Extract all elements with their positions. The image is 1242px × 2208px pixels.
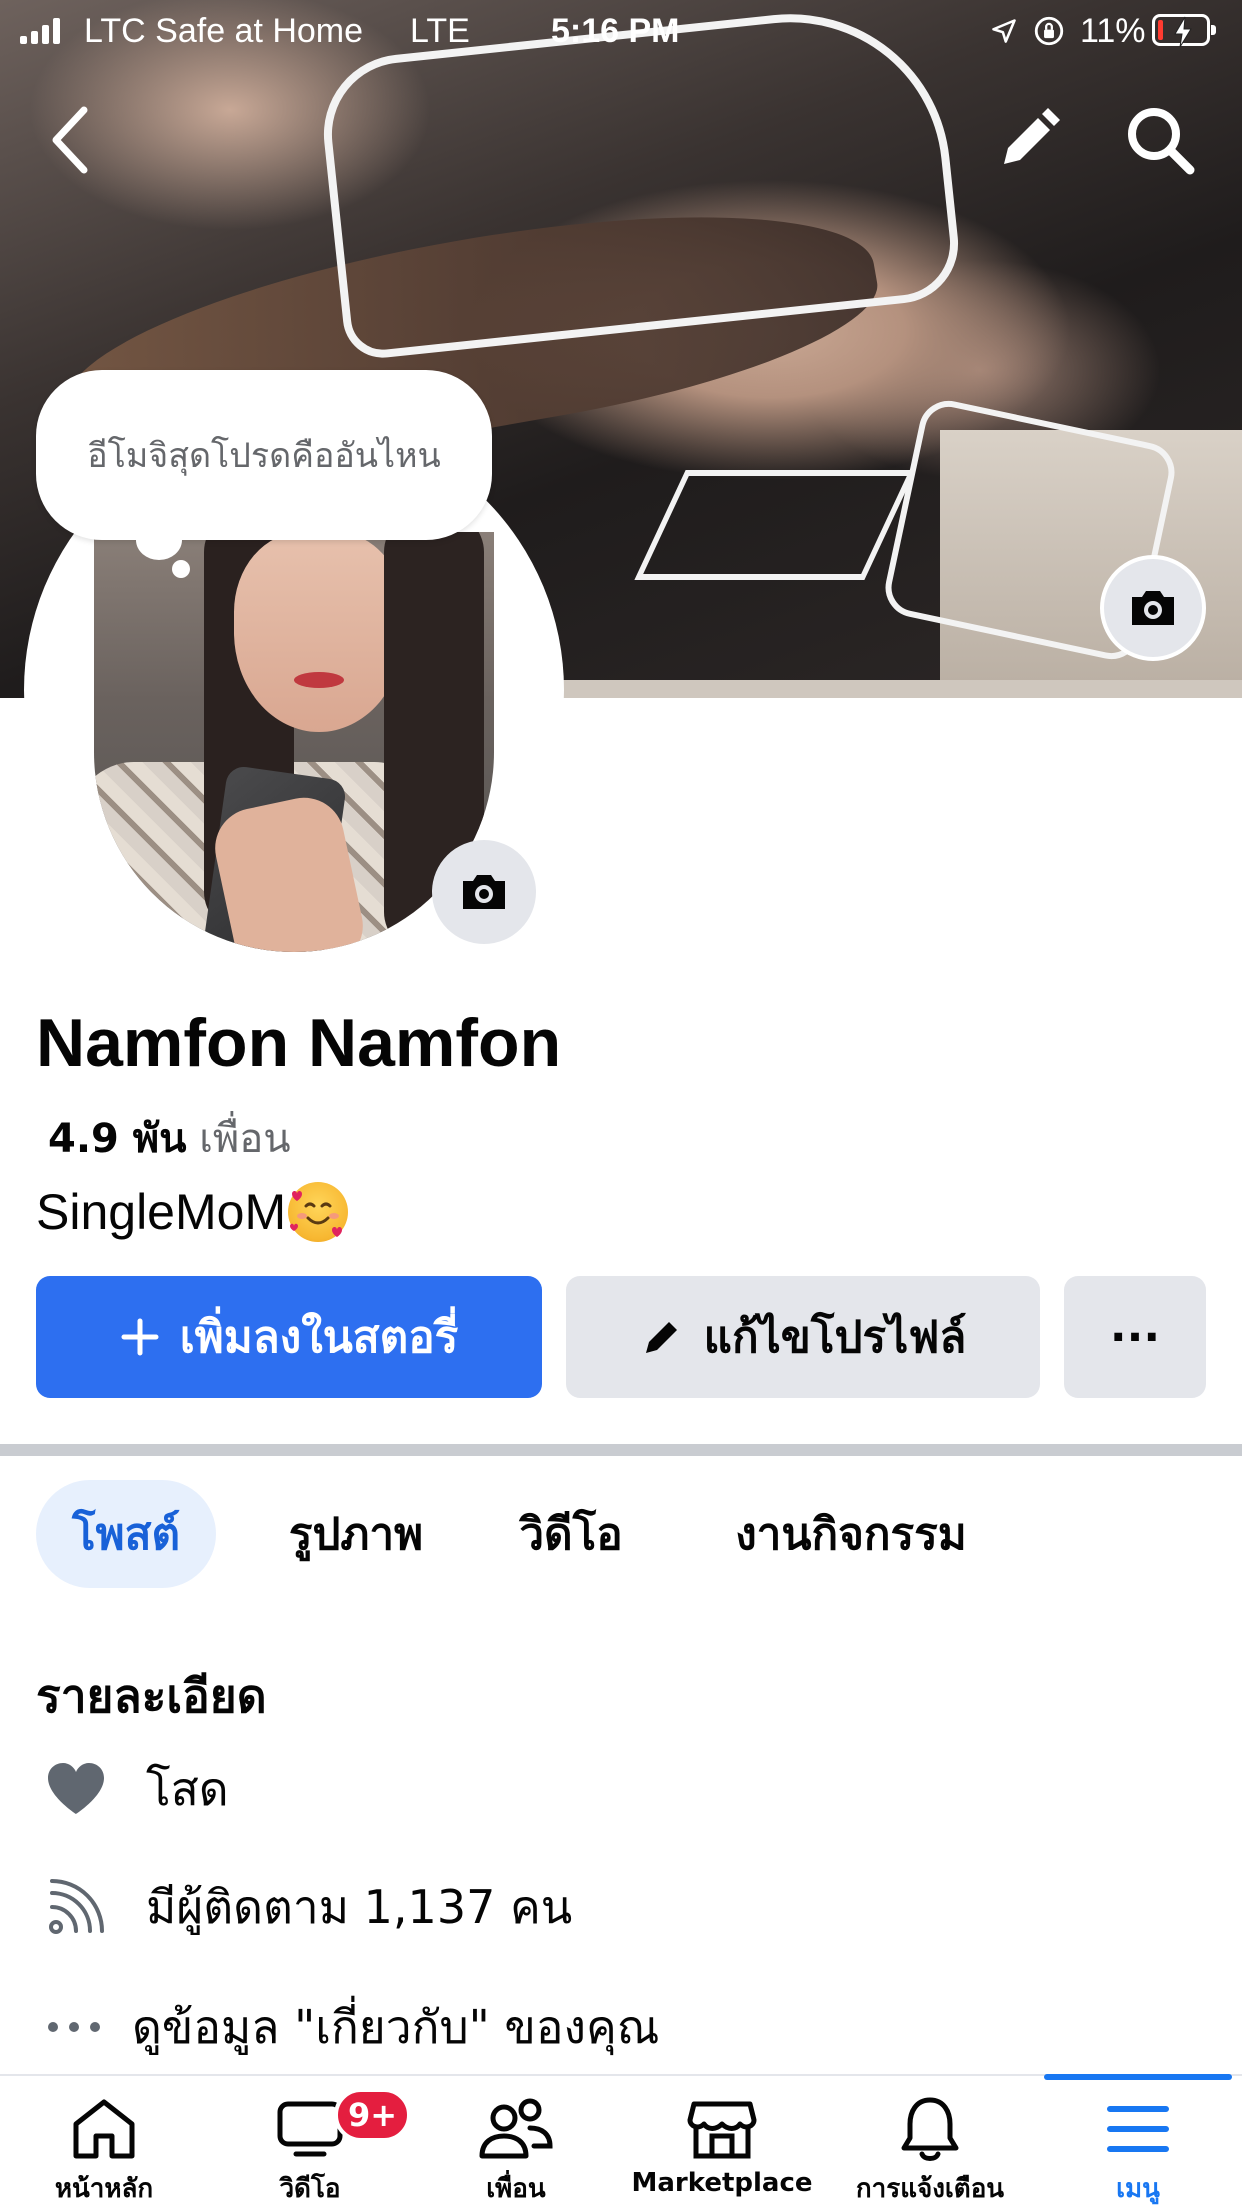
rss-icon [36, 1877, 146, 1937]
add-to-story-label: เพิ่มลงในสตอรี่ [179, 1312, 459, 1363]
profile-bio: SingleMoM [36, 1182, 349, 1242]
video-notification-badge: 9+ [334, 2088, 412, 2142]
more-dots-icon [36, 2020, 132, 2034]
tab-posts[interactable]: โพสต์ [36, 1480, 216, 1588]
friends-label: เพื่อน [199, 1116, 291, 1162]
nav-home-label: หน้าหลัก [54, 2174, 154, 2204]
nav-menu-label: เมนู [1116, 2174, 1160, 2204]
followers-text: มีผู้ติดตาม 1,137 คน [146, 1879, 573, 1934]
location-arrow-icon [992, 19, 1016, 43]
cover-doodle-outline [634, 470, 916, 580]
note-text: อีโมจิสุดโปรดคืออันไหน [87, 436, 441, 476]
nav-menu[interactable]: เมนู [1044, 2076, 1232, 2208]
detail-relationship: โสด [36, 1744, 1206, 1834]
bottom-navigation: หน้าหลัก 9+ วิดีโอ เพื่อน Marketplace กา… [0, 2074, 1242, 2208]
edit-profile-label: แก้ไขโปรไฟล์ [703, 1312, 967, 1363]
note-bubble-tail [136, 520, 182, 560]
nav-marketplace-label: Marketplace [631, 2168, 813, 2198]
menu-icon [1107, 2106, 1169, 2152]
profile-actions: เพิ่มลงในสตอรี่ แก้ไขโปรไฟล์ ··· [36, 1276, 1206, 1398]
plus-icon [120, 1317, 160, 1357]
details-heading: รายละเอียด [36, 1669, 267, 1723]
relationship-status: โสด [146, 1761, 229, 1816]
battery-percent: 11% [1080, 12, 1146, 50]
nav-friends[interactable]: เพื่อน [436, 2076, 596, 2208]
more-dots-icon: ··· [1109, 1311, 1161, 1363]
nav-video[interactable]: 9+ วิดีโอ [230, 2076, 412, 2208]
nav-notifications-label: การแจ้งเตือน [855, 2174, 1005, 2204]
more-options-button[interactable]: ··· [1064, 1276, 1206, 1398]
tab-events[interactable]: งานกิจกรรม [686, 1480, 1016, 1588]
friends-count-value: 4.9 พัน [48, 1116, 187, 1162]
pencil-icon [640, 1315, 684, 1359]
nav-video-label: วิดีโอ [279, 2174, 341, 2204]
nav-active-indicator [1044, 2074, 1232, 2080]
heart-icon [36, 1762, 146, 1816]
friends-icon [479, 2098, 553, 2159]
profile-name: Namfon Namfon [36, 1005, 562, 1081]
detail-followers[interactable]: มีผู้ติดตาม 1,137 คน [36, 1862, 1206, 1952]
rotation-lock-icon [1034, 16, 1064, 46]
pencil-icon[interactable] [992, 104, 1064, 176]
bell-icon [901, 2097, 959, 2161]
nav-friends-label: เพื่อน [486, 2174, 546, 2204]
battery-icon [1152, 14, 1216, 48]
tab-photos[interactable]: รูปภาพ [256, 1480, 456, 1588]
smiling-face-with-hearts-icon [288, 1182, 349, 1242]
signal-icon [20, 18, 60, 44]
see-about-text: ดูข้อมูล "เกี่ยวกับ" ของคุณ [132, 1999, 660, 2054]
camera-icon [1132, 591, 1174, 625]
note-bubble[interactable]: อีโมจิสุดโปรดคืออันไหน [36, 370, 492, 540]
search-icon[interactable] [1120, 100, 1200, 180]
camera-icon [463, 875, 505, 909]
bio-text: SingleMoM [36, 1184, 287, 1240]
status-bar: LTC Safe at Home LTE 5:16 PM 11% [0, 0, 1242, 64]
battery-level [1158, 20, 1163, 40]
home-icon [73, 2099, 135, 2159]
detail-see-about[interactable]: ดูข้อมูล "เกี่ยวกับ" ของคุณ [36, 1982, 1206, 2072]
carrier-name: LTC Safe at Home [84, 12, 364, 50]
tab-videos[interactable]: วิดีโอ [476, 1480, 666, 1588]
profile-camera-button[interactable] [432, 840, 536, 944]
nav-marketplace[interactable]: Marketplace [622, 2076, 822, 2208]
chevron-left-icon[interactable] [40, 100, 100, 180]
nav-home[interactable]: หน้าหลัก [24, 2076, 184, 2208]
note-bubble-tail [172, 560, 190, 578]
network-type: LTE [410, 12, 470, 50]
cover-background-strip [560, 680, 1242, 698]
marketplace-icon [687, 2101, 757, 2159]
cover-camera-button[interactable] [1100, 555, 1206, 661]
friends-count[interactable]: 4.9 พัน เพื่อน [48, 1106, 291, 1170]
add-to-story-button[interactable]: เพิ่มลงในสตอรี่ [36, 1276, 542, 1398]
status-time: 5:16 PM [551, 12, 680, 50]
profile-tabs: โพสต์ รูปภาพ วิดีโอ งานกิจกรรม [36, 1480, 1206, 1588]
edit-profile-button[interactable]: แก้ไขโปรไฟล์ [566, 1276, 1040, 1398]
section-divider [0, 1444, 1242, 1456]
nav-notifications[interactable]: การแจ้งเตือน [840, 2076, 1020, 2208]
